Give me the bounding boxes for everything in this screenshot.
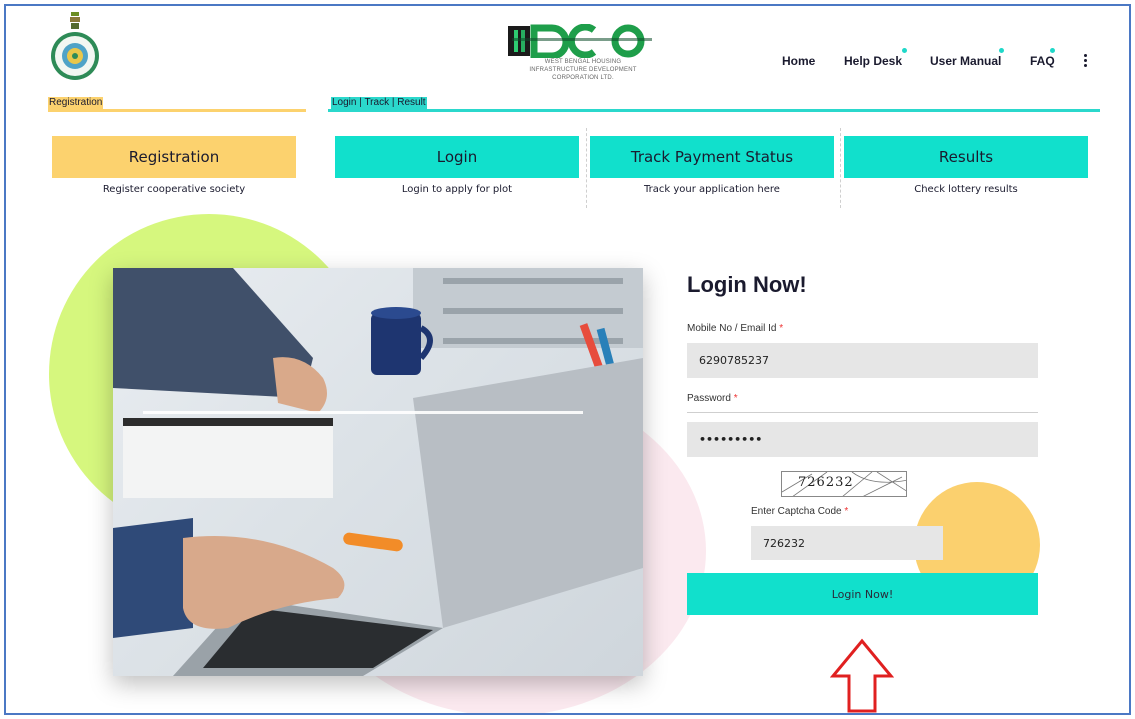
nav-help-desk-link[interactable]: Help Desk (844, 54, 902, 72)
login-track-divider (328, 109, 1100, 112)
up-arrow-icon (830, 638, 894, 713)
screenshot-frame: WEST BENGAL HOUSING INFRASTRUCTURE DEVEL… (4, 4, 1131, 715)
captcha-image: 726232 (781, 471, 907, 497)
laptop-photo (113, 268, 643, 676)
required-mark: * (844, 506, 849, 517)
password-input[interactable]: ••••••••• (687, 422, 1038, 457)
registration-card-button[interactable]: Registration (52, 136, 296, 178)
mobile-email-input[interactable]: 6290785237 (687, 343, 1038, 378)
mobile-email-label: Mobile No / Email Id * (687, 323, 783, 334)
captcha-input[interactable]: 726232 (751, 526, 943, 560)
logo-subtitle: WEST BENGAL HOUSING INFRASTRUCTURE DEVEL… (508, 58, 658, 82)
login-card-subtitle: Login to apply for plot (401, 184, 513, 195)
results-card-subtitle: Check lottery results (914, 184, 1018, 195)
login-form-title: Login Now! (687, 272, 807, 297)
login-card-button[interactable]: Login (335, 136, 579, 178)
registration-section-label: Registration (48, 97, 104, 109)
laptop-illustration (113, 268, 643, 676)
nav-faq-link[interactable]: FAQ (1030, 54, 1055, 72)
faq-dot-icon (1050, 48, 1055, 53)
captcha-label-text: Enter Captcha Code (751, 506, 842, 517)
more-menu-icon[interactable] (1081, 54, 1089, 68)
state-emblem-icon[interactable] (50, 12, 100, 88)
track-payment-card-subtitle: Track your application here (644, 184, 780, 195)
mobile-email-label-text: Mobile No / Email Id (687, 323, 777, 334)
login-now-button[interactable]: Login Now! (687, 573, 1038, 615)
captcha-text: 726232 (798, 475, 854, 490)
track-payment-card-button[interactable]: Track Payment Status (590, 136, 834, 178)
nav-user-manual-link[interactable]: User Manual (930, 54, 1001, 72)
captcha-label: Enter Captcha Code * (751, 506, 848, 517)
logo-line-1: WEST BENGAL HOUSING (544, 59, 622, 65)
user-manual-dot-icon (999, 48, 1004, 53)
password-label: Password * (687, 393, 738, 404)
nav-home-link[interactable]: Home (782, 54, 815, 72)
results-card-button[interactable]: Results (844, 136, 1088, 178)
login-track-section-label: Login | Track | Result (331, 97, 427, 109)
required-mark: * (779, 323, 784, 334)
registration-card-subtitle: Register cooperative society (102, 184, 246, 195)
required-mark: * (733, 393, 738, 404)
card-divider (586, 128, 587, 208)
wbhidco-logo[interactable]: WEST BENGAL HOUSING INFRASTRUCTURE DEVEL… (508, 23, 658, 100)
help-desk-dot-icon (902, 48, 907, 53)
logo-line-2: INFRASTRUCTURE DEVELOPMENT (529, 67, 637, 73)
password-label-text: Password (687, 393, 731, 404)
registration-divider (48, 109, 306, 112)
idco-logo-icon (508, 23, 652, 60)
card-divider (840, 128, 841, 208)
password-label-underline (687, 412, 1038, 413)
logo-line-3: CORPORATION LTD. (552, 75, 614, 81)
